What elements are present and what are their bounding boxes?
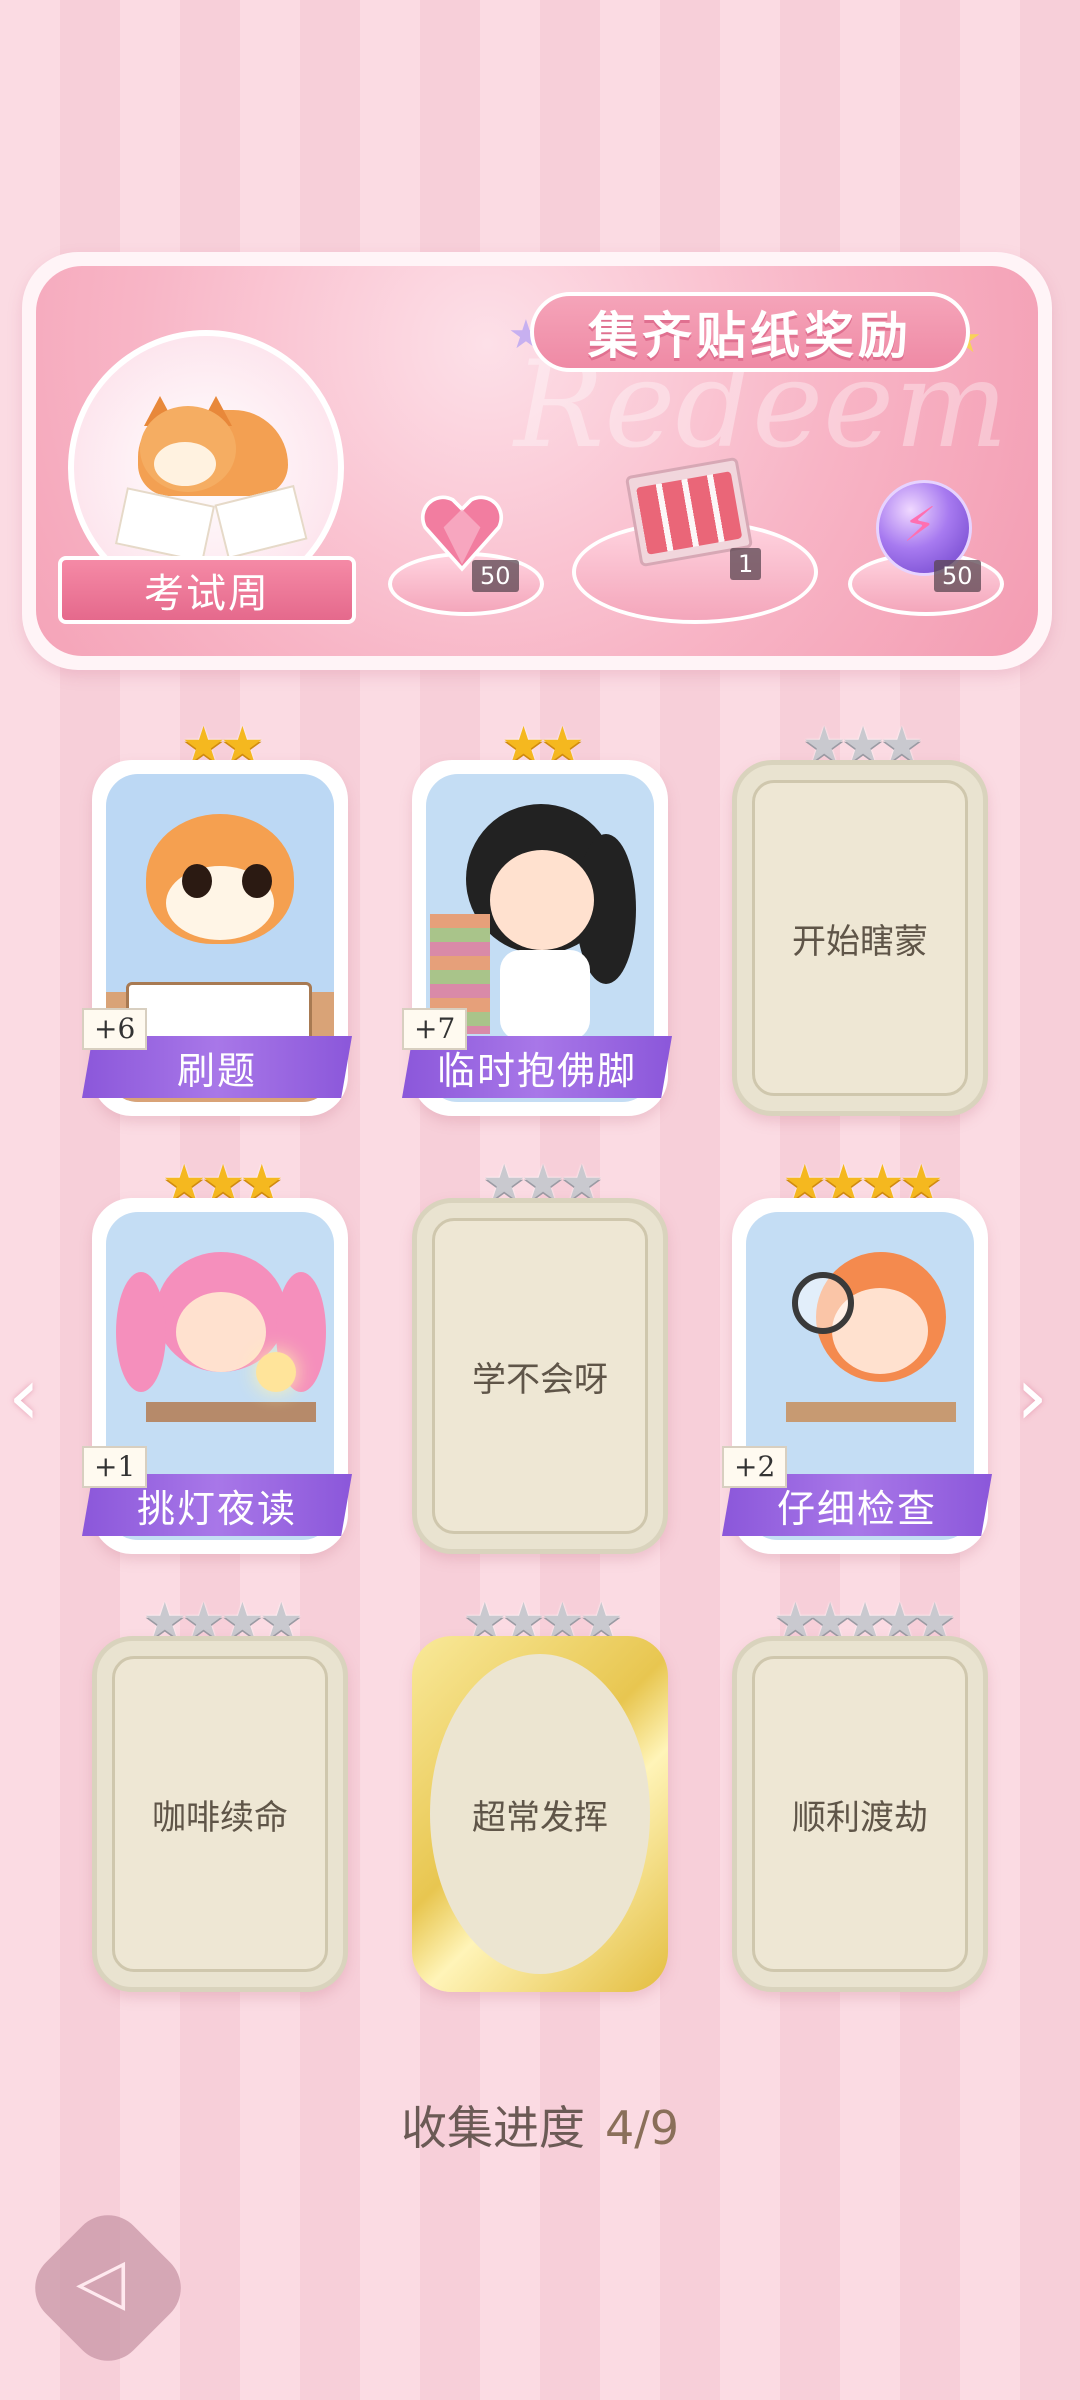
card-name: 开始瞎蒙 [792,921,928,962]
progress-value: 4/9 [604,2101,680,2155]
reward-count: 50 [472,560,519,592]
card-name: 超常发挥 [472,1797,608,1838]
card-name: 顺利渡劫 [792,1797,928,1838]
lamp-icon [256,1352,296,1392]
sticker-card[interactable]: ★★★★ 仔细检查 +2 [722,1154,992,1554]
sticker-card[interactable]: ★★ 刷题 +6 [82,716,352,1116]
back-button[interactable]: ◁ [20,2200,196,2376]
exam-paper-icon [114,487,216,563]
collection-progress: 收集进度 4/9 [0,2092,1080,2158]
bonus-badge: +2 [722,1446,788,1488]
banner-title: 集齐贴纸奖励 [588,307,912,365]
reward-count: 50 [934,560,981,592]
book-icon [126,982,312,1042]
exam-paper-icon [214,484,308,560]
bonus-badge: +7 [402,1008,468,1050]
theme-label: 考试周 [58,556,356,624]
bonus-badge: +6 [82,1008,148,1050]
progress-label: 收集进度 [400,2101,585,2155]
sticker-card[interactable]: ★★ 临时抱佛脚 +7 [402,716,672,1116]
magnifier-icon [792,1272,854,1334]
prev-page-arrow[interactable]: ‹ [8,1350,40,1443]
locked-sticker-card[interactable]: ★★★★ 咖啡续命 [92,1592,348,1992]
sticker-card[interactable]: ★★★ 挑灯夜读 +1 [82,1154,352,1554]
locked-sticker-card[interactable]: ★★★★★ 顺利渡劫 [732,1592,988,1992]
card-name: 咖啡续命 [152,1797,288,1838]
desk-icon [786,1402,956,1422]
desk-icon [146,1402,316,1422]
card-name: 学不会呀 [472,1359,608,1400]
locked-sticker-card[interactable]: ★★★ 开始瞎蒙 [732,716,988,1116]
banner-title-ribbon: 集齐贴纸奖励 [530,292,970,372]
locked-sticker-card[interactable]: ★★★ 学不会呀 [412,1154,668,1554]
reward-count: 1 [730,548,762,580]
back-arrow-icon: ◁ [76,2245,126,2320]
locked-gold-sticker-card[interactable]: ★★★★ 超常发挥 [412,1592,668,1992]
bonus-badge: +1 [82,1446,148,1488]
next-page-arrow[interactable]: › [1016,1350,1048,1443]
